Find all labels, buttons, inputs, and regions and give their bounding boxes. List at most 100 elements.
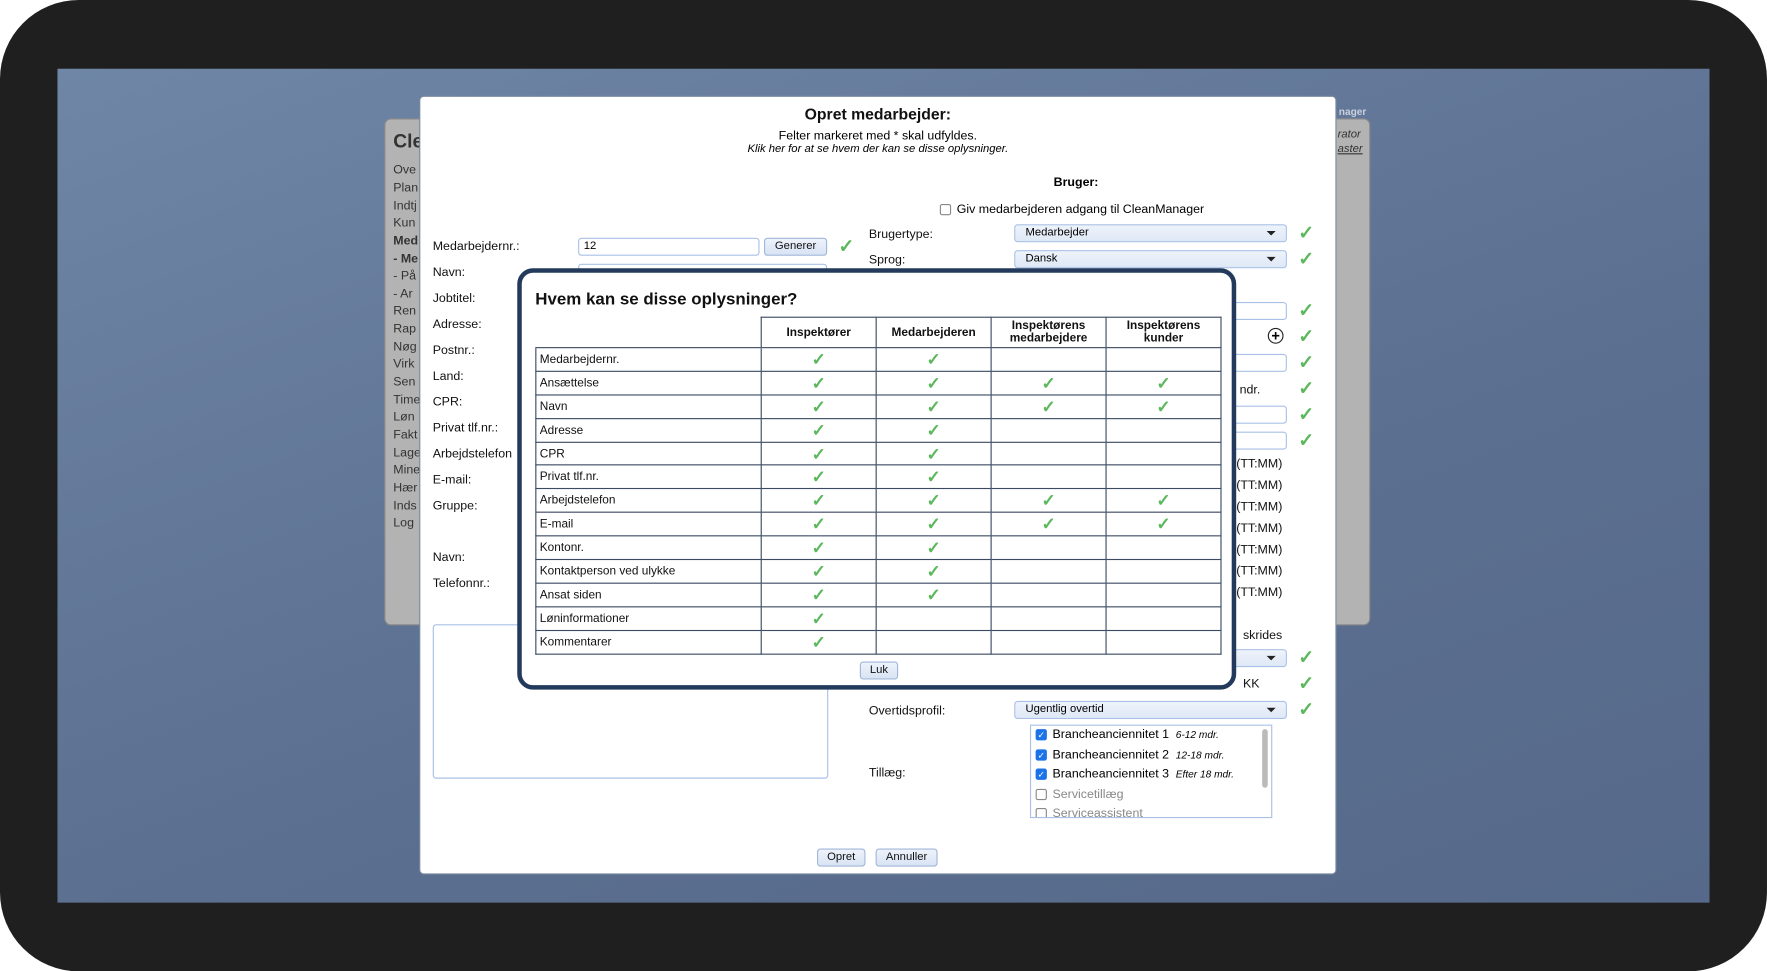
row-label: Ansat siden	[535, 582, 762, 608]
supplement-item[interactable]: ✓ Brancheanciennitet 3 Efter 18 mdr.	[1031, 765, 1271, 785]
sidebar-item[interactable]: - På	[393, 269, 416, 283]
empty-cell	[875, 629, 992, 655]
check-icon: ✓	[1105, 394, 1222, 419]
check-icon: ✓	[990, 511, 1107, 537]
empty-cell	[1105, 629, 1222, 655]
sidebar-item[interactable]: Log	[393, 516, 414, 530]
empty-cell	[1105, 558, 1222, 584]
sidebar-item[interactable]: Indtj	[393, 199, 416, 213]
row-label: Navn	[535, 394, 762, 419]
check-icon: ✓	[875, 535, 992, 561]
sidebar-item[interactable]: Lage	[393, 446, 421, 460]
sidebar-item[interactable]: Rap	[393, 322, 416, 336]
row-label: CPR	[535, 441, 762, 466]
overtime-select[interactable]: Ugentlig overtid	[1014, 700, 1287, 719]
generate-button[interactable]: Generer	[764, 237, 828, 256]
header-fragment[interactable]: aster	[1338, 143, 1363, 155]
time-format-text: (TT:MM)	[1236, 521, 1283, 536]
check-icon: ✓	[990, 488, 1107, 514]
chevron-down-icon	[1266, 655, 1276, 661]
sidebar-item[interactable]: Virk	[393, 357, 414, 371]
sidebar-item[interactable]: - Ar	[393, 287, 412, 301]
supplement-item[interactable]: ✓ Brancheanciennitet 1 6-12 mdr.	[1031, 726, 1271, 746]
field-label: Postnr.:	[432, 343, 475, 358]
supplement-checkbox[interactable]: ✓	[1035, 729, 1047, 741]
check-icon: ✓	[760, 464, 877, 490]
kk-text: KK	[1242, 677, 1260, 691]
check-icon: ✓	[1298, 672, 1315, 695]
sidebar-item[interactable]: Plan	[393, 181, 418, 195]
sidebar-item[interactable]: - Me	[393, 252, 418, 266]
check-icon: ✓	[875, 394, 992, 419]
sidebar-item[interactable]: Nøg	[393, 340, 416, 354]
check-icon: ✓	[760, 417, 877, 443]
row-label: Løninformationer	[535, 606, 762, 631]
empty-cell	[1105, 441, 1222, 466]
row-label: Adresse	[535, 417, 762, 443]
visibility-link[interactable]: Klik her for at se hvem der kan se disse…	[419, 143, 1336, 155]
sidebar-item[interactable]: Hær	[393, 481, 417, 495]
table-row: Løninformationer ✓	[535, 606, 1222, 631]
table-row: Adresse ✓ ✓	[535, 417, 1222, 443]
field-label: Land:	[432, 369, 464, 384]
supplements-label: Tillæg:	[868, 766, 906, 780]
employee-number-input[interactable]: 12	[578, 237, 760, 256]
check-icon: ✓	[875, 558, 992, 584]
field-label: Gruppe:	[432, 499, 478, 513]
check-icon: ✓	[1298, 429, 1315, 451]
user-type-select[interactable]: Medarbejder	[1014, 224, 1287, 243]
empty-cell	[990, 606, 1107, 631]
supplements-list[interactable]: ✓ Brancheanciennitet 1 6-12 mdr. ✓ Branchean…	[1029, 724, 1273, 819]
sidebar-item[interactable]: Kun	[393, 216, 415, 230]
supplement-checkbox[interactable]: ✓	[1035, 748, 1047, 761]
check-icon: ✓	[875, 464, 992, 490]
create-button[interactable]: Opret	[817, 848, 866, 867]
sidebar-item[interactable]: Ove	[393, 163, 416, 177]
check-icon: ✓	[1298, 403, 1315, 425]
supplement-item[interactable]: Serviceassistent	[1031, 805, 1271, 818]
add-circle-icon[interactable]: +	[1267, 327, 1284, 344]
time-format-text: (TT:MM)	[1236, 585, 1283, 600]
sidebar-item[interactable]: Fakt	[393, 428, 417, 442]
supplement-checkbox[interactable]	[1035, 808, 1047, 818]
scrollbar[interactable]	[1262, 729, 1268, 788]
close-button[interactable]: Luk	[859, 661, 899, 680]
supplement-checkbox[interactable]	[1035, 788, 1047, 800]
empty-cell	[990, 441, 1107, 466]
language-select[interactable]: Dansk	[1014, 250, 1287, 269]
check-icon: ✓	[875, 347, 992, 372]
sidebar-item[interactable]: Løn	[393, 410, 414, 424]
supplement-item[interactable]: Servicetillæg	[1031, 785, 1271, 805]
empty-cell	[990, 558, 1107, 584]
sidebar-item[interactable]: Ren	[393, 304, 416, 318]
column-header: Inspektørens medarbejdere	[990, 316, 1107, 349]
sidebar-item[interactable]: Time	[393, 393, 420, 407]
row-label: E-mail	[535, 511, 762, 537]
table-row: Navn ✓ ✓ ✓ ✓	[535, 394, 1222, 419]
table-row: Kontonr. ✓ ✓	[535, 535, 1222, 561]
time-format-text: (TT:MM)	[1236, 500, 1283, 514]
check-icon: ✓	[760, 582, 877, 608]
table-row: Arbejdstelefon ✓ ✓ ✓ ✓	[535, 488, 1222, 514]
sidebar-item[interactable]: Mine	[393, 463, 420, 477]
column-header: Inspektørens kunder	[1105, 316, 1222, 349]
sidebar-item[interactable]: Inds	[393, 499, 416, 513]
overtime-value: Ugentlig overtid	[1025, 703, 1104, 716]
supplement-item[interactable]: ✓ Brancheanciennitet 2 12-18 mdr.	[1031, 745, 1271, 765]
table-row: E-mail ✓ ✓ ✓ ✓	[535, 511, 1222, 537]
column-header: Medarbejderen	[875, 316, 992, 349]
cancel-button[interactable]: Annuller	[875, 848, 938, 867]
supplement-label: Servicetillæg	[1052, 787, 1124, 801]
empty-cell	[1105, 535, 1222, 561]
check-icon: ✓	[990, 394, 1107, 419]
sidebar-item[interactable]: Med	[393, 234, 418, 248]
supplement-checkbox[interactable]: ✓	[1035, 768, 1047, 780]
access-checkbox-row[interactable]: Giv medarbejderen adgang til CleanManage…	[939, 203, 1204, 216]
check-icon: ✓	[1298, 325, 1315, 348]
access-checkbox[interactable]	[939, 204, 952, 216]
table-row: Ansat siden ✓ ✓	[535, 582, 1222, 608]
empty-cell	[990, 417, 1107, 443]
sidebar-item[interactable]: Sen	[393, 375, 415, 389]
empty-cell	[990, 535, 1107, 561]
overtime-label: Overtidsprofil:	[868, 704, 946, 718]
